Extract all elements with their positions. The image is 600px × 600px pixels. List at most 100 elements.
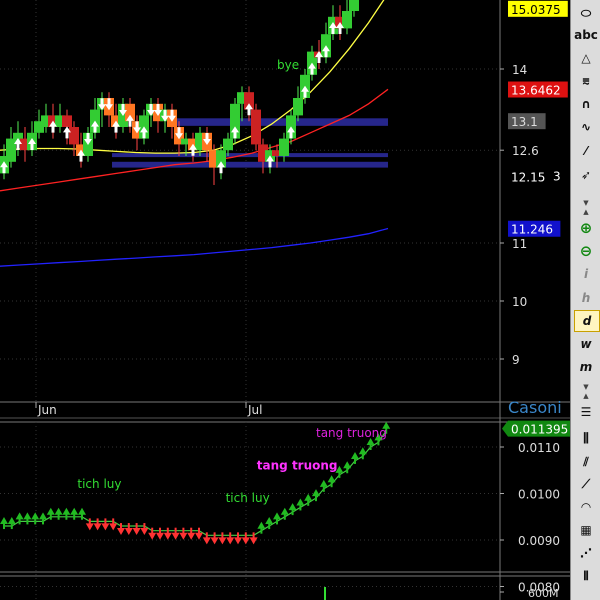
falling-marker [187, 532, 196, 540]
rising-marker [273, 512, 281, 520]
falling-stem [120, 523, 122, 530]
rising-stem [377, 439, 380, 446]
falling-stem [112, 518, 115, 525]
rising-stem [268, 523, 271, 530]
rising-stem [338, 471, 341, 478]
falling-stem [229, 532, 232, 539]
rising-marker [31, 512, 40, 520]
falling-stem [143, 523, 146, 530]
volume-tick-label: 600M [528, 587, 559, 600]
rising-marker [343, 461, 352, 469]
falling-stem [213, 532, 216, 539]
falling-marker [218, 537, 227, 545]
gann-tool-icon[interactable]: ⟋ [574, 474, 598, 494]
line-tool-icon[interactable]: ⁄ [574, 141, 598, 161]
zoom-out-icon[interactable]: ⊖ [574, 241, 598, 261]
falling-stem [151, 527, 154, 534]
rising-stem [346, 467, 349, 474]
interval-i-icon[interactable]: i [574, 264, 598, 284]
pointer-tool-icon[interactable]: ➶ [574, 165, 598, 185]
indicator-value-label: 0.011395 [511, 423, 568, 437]
falling-stem [104, 518, 107, 525]
brand-watermark: Casoni [508, 398, 562, 417]
rising-marker [78, 507, 86, 515]
rising-marker [280, 507, 289, 515]
parallel-tool-icon[interactable]: ⫽ [574, 452, 598, 472]
rising-stem [10, 523, 13, 530]
rising-stem [369, 444, 372, 450]
price-tick-label: 9 [512, 353, 520, 367]
falling-marker [156, 532, 164, 540]
falling-stem [159, 527, 161, 534]
falling-marker [202, 537, 211, 545]
support-zone [112, 161, 388, 168]
price-marker-label: 13.1 [511, 115, 538, 129]
rising-marker [265, 517, 274, 525]
lines-tool-icon[interactable]: ☰ [574, 402, 598, 422]
drawing-toolbar: ▼ ▼ ▲ ▲ ⬭ abc △ ⩳ ∩ ∿ ⁄ ➶ ⊕ ⊖ i h d w m ☰ ⫼ ⫽ ⟋ ◠ ▦ ⋰ ⫴ [570, 0, 600, 600]
candle-body [293, 98, 303, 116]
falling-marker [140, 528, 149, 536]
grid-tool-icon[interactable]: ▦ [574, 520, 598, 540]
fan-tool-icon[interactable]: ⋰ [574, 543, 598, 563]
falling-marker [101, 523, 110, 531]
ellipse-tool-icon[interactable]: ⬭ [574, 3, 598, 23]
rising-stem [81, 513, 83, 520]
falling-marker [124, 528, 133, 536]
rising-stem [283, 513, 286, 520]
rising-marker [304, 493, 313, 501]
rising-marker [39, 512, 47, 520]
candle-body [62, 115, 72, 127]
rising-marker [296, 498, 305, 506]
falling-stem [166, 527, 169, 534]
rising-stem [330, 481, 333, 488]
fib-tool-icon[interactable]: ⩳ [574, 71, 598, 91]
interval-m-icon[interactable]: m [574, 357, 598, 377]
rising-marker [70, 507, 79, 515]
toolbar-scroll-up-arrow[interactable]: ▲ [573, 207, 599, 217]
interval-w-icon[interactable]: w [574, 334, 598, 354]
candle-body [279, 138, 289, 156]
text-tool-icon[interactable]: abc [574, 25, 598, 45]
bars-tool-icon[interactable]: ⫼ [574, 428, 598, 448]
falling-marker [241, 537, 250, 545]
triangle-tool-icon[interactable]: △ [574, 48, 598, 68]
rising-stem [307, 499, 310, 506]
rising-stem [291, 509, 294, 516]
rising-marker [351, 451, 359, 459]
rising-stem [315, 495, 317, 502]
rising-marker [62, 507, 71, 515]
price-tick-label: 11 [512, 237, 527, 251]
falling-marker [109, 523, 118, 531]
price-tick-label: 14 [512, 63, 527, 77]
rising-stem [73, 513, 76, 520]
arc-fan-tool-icon[interactable]: ◠ [574, 497, 598, 517]
falling-stem [205, 532, 208, 539]
indicator-markers [0, 421, 391, 545]
falling-marker [210, 537, 219, 545]
rising-stem [42, 518, 44, 525]
time-tick-label: Jul [247, 403, 262, 417]
falling-stem [198, 527, 200, 534]
rising-stem [57, 513, 60, 520]
falling-marker [179, 532, 188, 540]
zoom-in-icon[interactable]: ⊕ [574, 218, 598, 238]
arc-tool-icon[interactable]: ∩ [574, 94, 598, 114]
rising-marker [358, 447, 367, 455]
falling-stem [252, 532, 255, 539]
rising-stem [26, 518, 29, 525]
price-marker-label: 13.6462 [511, 84, 561, 98]
chart-area[interactable]: 9101112.614JunJul15.037513.646213.112.16… [0, 0, 570, 600]
annotation-label: tang truong [316, 426, 387, 440]
interval-h-icon[interactable]: h [574, 288, 598, 308]
indicator-tick-label: 0.0110 [518, 441, 560, 455]
rising-stem [65, 513, 68, 520]
rising-stem [34, 518, 37, 525]
rising-marker [7, 517, 16, 525]
toolbar-scroll-up-arrow[interactable]: ▲ [573, 391, 599, 401]
rising-marker [54, 507, 63, 515]
falling-stem [244, 532, 247, 539]
period-tool-icon[interactable]: ⫴ [574, 566, 598, 586]
interval-d-icon[interactable]: d [574, 310, 600, 332]
wave-tool-icon[interactable]: ∿ [574, 117, 598, 137]
